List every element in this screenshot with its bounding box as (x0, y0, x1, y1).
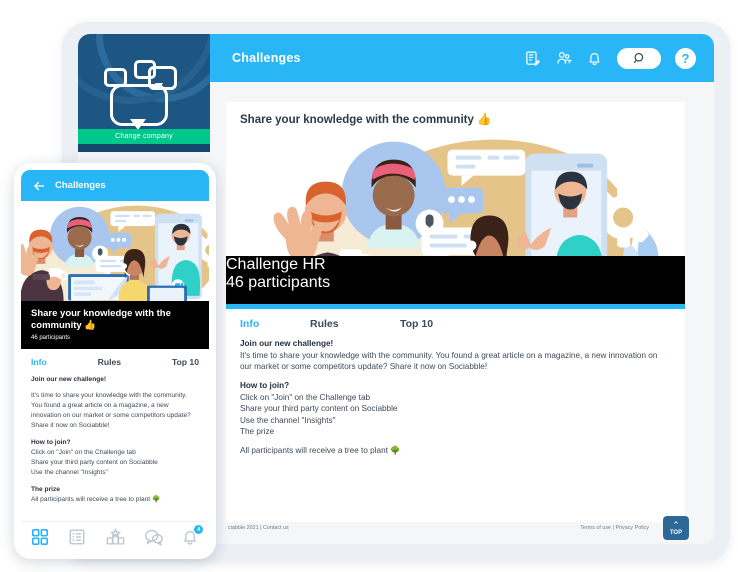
footer-legal-links[interactable]: Terms of use | Privacy Policy (580, 525, 649, 531)
phone-challenge-tabs: Info Rules Top 10 (21, 349, 209, 373)
join-heading: Join our new challenge! (240, 339, 334, 348)
phone-app-header: Challenges (21, 170, 209, 201)
participants-count: 46 participants (226, 274, 331, 291)
phone-page-title: Challenges (55, 180, 106, 191)
main-content-area: Share your knowledge with the community … (210, 82, 714, 544)
tab-top10[interactable]: Top 10 (400, 318, 433, 330)
back-to-top-label: TOP (669, 529, 683, 536)
how-line-2: Share your third party content on Sociab… (240, 404, 398, 414)
change-company-button[interactable]: Change company (78, 129, 210, 144)
list-icon[interactable] (68, 528, 86, 546)
header-actions: ? (524, 47, 696, 69)
challenge-tabs: Info Rules Top 10 (226, 309, 685, 336)
grid-icon[interactable] (31, 528, 49, 546)
join-text: It's time to share your knowledge with t… (240, 350, 658, 372)
card-title: Share your knowledge with the community … (240, 114, 492, 126)
challenge-banner: Challenge HR 46 participants (226, 256, 685, 304)
chat-icon[interactable] (144, 528, 163, 547)
phone-join-heading: Join our new challenge! (31, 376, 107, 383)
footer-copyright: ciabble 2021 | Contact us (228, 525, 289, 531)
community-video-call-illustration (21, 201, 209, 301)
bell-icon[interactable] (586, 50, 603, 67)
phone-device-frame: Challenges Share your knowledge with the… (14, 163, 216, 559)
phone-how-heading: How to join? (31, 439, 71, 447)
logo-bubble-main (110, 84, 168, 130)
search-button[interactable] (617, 47, 661, 69)
phone-join-text: It's time to share your knowledge with t… (31, 391, 191, 429)
add-people-icon[interactable] (555, 50, 572, 67)
challenge-body: Join our new challenge! It's time to sha… (226, 336, 685, 457)
phone-screen: Challenges Share your knowledge with the… (21, 170, 209, 528)
tab-rules[interactable]: Rules (310, 318, 400, 330)
phone-how-line-1: Click on "Join" on the Challenge tab (31, 449, 136, 457)
bell-icon[interactable]: 4 (181, 525, 204, 546)
phone-how-line-2: Share your third party content on Sociab… (31, 459, 158, 467)
phone-bottom-navigation: 4 (21, 521, 209, 552)
phone-tab-top10[interactable]: Top 10 (172, 357, 199, 367)
page-footer: ciabble 2021 | Contact us Terms of use |… (226, 516, 689, 540)
compose-post-icon[interactable] (524, 50, 541, 67)
community-video-call-illustration: Challenge HR 46 participants (226, 134, 685, 304)
phone-tab-info[interactable]: Info (31, 357, 47, 367)
notification-badge: 4 (194, 525, 204, 534)
phone-prize-text: All participants will receive a tree to … (31, 495, 161, 503)
phone-challenge-banner: Share your knowledge with the community … (21, 301, 209, 349)
how-line-1: Click on "Join" on the Challenge tab (240, 392, 371, 402)
arrow-left-icon[interactable] (32, 179, 46, 193)
how-line-4: The prize (240, 427, 275, 437)
caret-up-icon: ⌃ (672, 519, 680, 530)
speech-bubble-logo (104, 60, 184, 130)
challenge-card: Share your knowledge with the community … (226, 102, 685, 522)
page-title: Challenges (232, 51, 301, 65)
tab-info[interactable]: Info (240, 318, 310, 330)
how-line-3: Use the channel "Insights" (240, 415, 336, 425)
prize-text: All participants will receive a tree to … (240, 446, 401, 456)
how-to-join-heading: How to join? (240, 380, 290, 390)
phone-challenge-name: Share your knowledge with the community … (31, 308, 171, 331)
challenge-name: Challenge HR (226, 256, 326, 273)
leaderboard-icon[interactable] (106, 528, 125, 546)
phone-challenge-body: Join our new challenge! It's time to sha… (21, 373, 209, 505)
phone-how-line-3: Use the channel "Insights" (31, 469, 108, 477)
phone-participants-count: 46 participants (31, 334, 71, 341)
back-to-top-button[interactable]: ⌃ TOP (663, 516, 689, 540)
phone-prize-heading: The prize (31, 486, 60, 494)
help-button[interactable]: ? (675, 47, 696, 69)
app-header: Challenges ? (210, 34, 714, 82)
phone-tab-rules[interactable]: Rules (98, 357, 121, 367)
sidebar-bottom-strip (78, 144, 210, 152)
company-sidebar: Change company (78, 34, 210, 152)
